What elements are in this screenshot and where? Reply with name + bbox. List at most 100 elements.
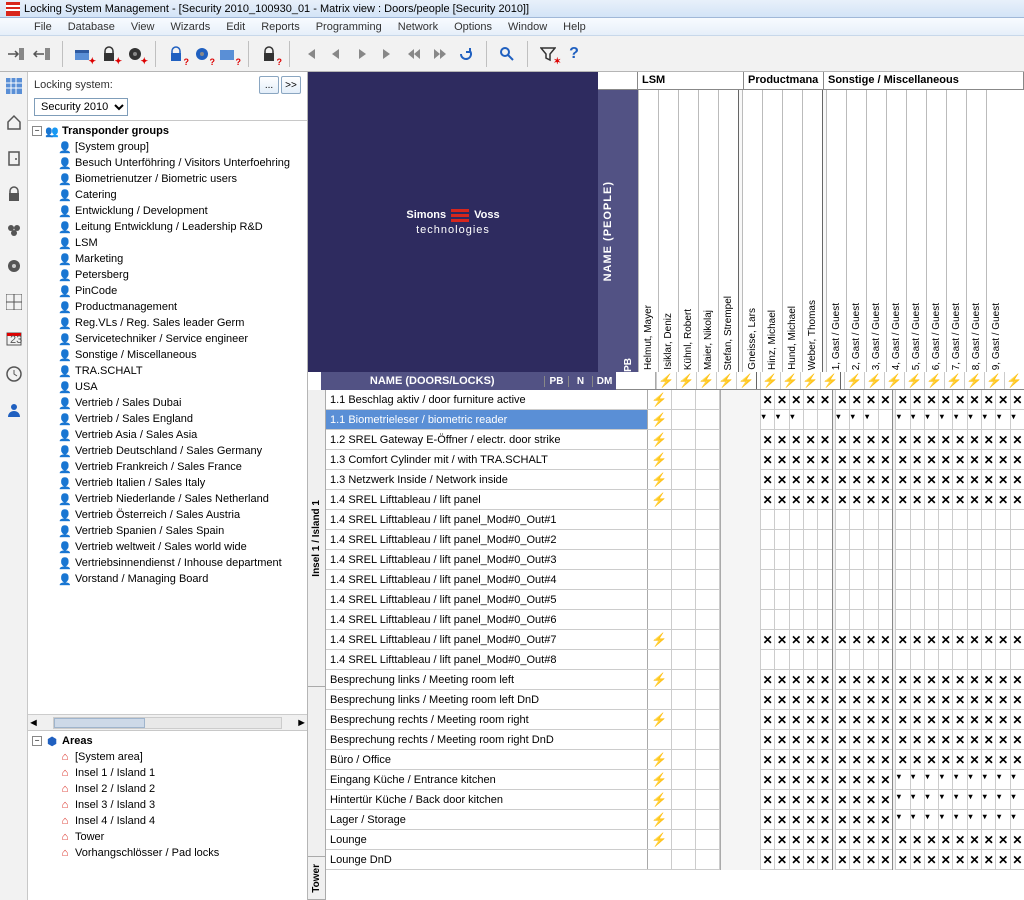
matrix-cell[interactable]: ✕ — [774, 690, 788, 710]
door-row[interactable]: Lager / Storage — [326, 810, 648, 830]
matrix-cell[interactable]: ✕ — [924, 730, 938, 750]
clock-button[interactable] — [4, 364, 24, 384]
matrix-cell[interactable] — [817, 570, 831, 590]
matrix-cell[interactable]: ✕ — [789, 630, 803, 650]
matrix-cell[interactable] — [835, 650, 849, 670]
matrix-cell[interactable]: ✕ — [863, 690, 877, 710]
tree-item[interactable]: 👤Sonstige / Miscellaneous — [32, 347, 303, 363]
matrix-cell[interactable]: ✕ — [835, 470, 849, 490]
door-row[interactable]: Lounge DnD — [326, 850, 648, 870]
matrix-cell[interactable]: ✕ — [803, 850, 817, 870]
matrix-cell[interactable]: ▾ — [835, 410, 849, 430]
matrix-cell[interactable]: ✕ — [938, 630, 952, 650]
refresh-button[interactable] — [454, 42, 478, 66]
matrix-cell[interactable] — [774, 650, 788, 670]
door-row[interactable]: 1.4 SREL Lifttableau / lift panel_Mod#0_… — [326, 530, 648, 550]
matrix-cell[interactable]: ✕ — [967, 730, 981, 750]
matrix-cell[interactable]: ✕ — [817, 730, 831, 750]
door-row[interactable]: 1.2 SREL Gateway E-Öffner / electr. door… — [326, 430, 648, 450]
matrix-cell[interactable]: ✕ — [938, 470, 952, 490]
menu-network[interactable]: Network — [390, 21, 446, 33]
matrix-cell[interactable]: ✕ — [760, 750, 774, 770]
matrix-cell[interactable] — [924, 570, 938, 590]
matrix-cell[interactable]: ✕ — [863, 670, 877, 690]
tree-item[interactable]: 👤[System group] — [32, 139, 303, 155]
matrix-cell[interactable]: ✕ — [924, 850, 938, 870]
matrix-cell[interactable]: ✕ — [952, 470, 966, 490]
matrix-cell[interactable]: ▾ — [981, 410, 995, 430]
matrix-cell[interactable] — [817, 650, 831, 670]
matrix-cell[interactable] — [981, 530, 995, 550]
matrix-cell[interactable]: ✕ — [817, 850, 831, 870]
matrix-view-button[interactable] — [4, 76, 24, 96]
new-lock-button[interactable]: ✦ — [97, 42, 121, 66]
matrix-cell[interactable]: ✕ — [995, 670, 1009, 690]
matrix-cell[interactable]: ✕ — [863, 710, 877, 730]
matrix-cell[interactable]: ✕ — [967, 490, 981, 510]
door-row[interactable]: 1.4 SREL Lifttableau / lift panel_Mod#0_… — [326, 590, 648, 610]
matrix-cell[interactable]: ✕ — [774, 430, 788, 450]
matrix-cell[interactable] — [981, 550, 995, 570]
matrix-cell[interactable]: ✕ — [878, 830, 892, 850]
matrix-cell[interactable] — [910, 650, 924, 670]
person-col[interactable]: Kühnl, Robert — [678, 90, 698, 372]
matrix-cell[interactable]: ✕ — [952, 690, 966, 710]
matrix-cell[interactable]: ✕ — [924, 470, 938, 490]
matrix-cell[interactable] — [995, 530, 1009, 550]
matrix-cell[interactable]: ✕ — [895, 490, 909, 510]
matrix-cell[interactable]: ✕ — [878, 810, 892, 830]
matrix-cell[interactable]: ✕ — [849, 770, 863, 790]
matrix-cell[interactable]: ✕ — [910, 390, 924, 410]
matrix-cell[interactable] — [774, 530, 788, 550]
matrix-cell[interactable]: ✕ — [967, 450, 981, 470]
matrix-cell[interactable]: ✕ — [878, 710, 892, 730]
matrix-cell[interactable] — [910, 610, 924, 630]
matrix-cell[interactable]: ✕ — [910, 430, 924, 450]
tree-item[interactable]: 👤Biometrienutzer / Biometric users — [32, 171, 303, 187]
matrix-cell[interactable]: ✕ — [774, 850, 788, 870]
matrix-cell[interactable] — [760, 550, 774, 570]
matrix-cell[interactable]: ✕ — [995, 750, 1009, 770]
matrix-cell[interactable]: ✕ — [995, 490, 1009, 510]
matrix-cell[interactable] — [803, 510, 817, 530]
matrix-cell[interactable] — [967, 510, 981, 530]
matrix-cell[interactable]: ✕ — [863, 430, 877, 450]
matrix-cell[interactable]: ✕ — [803, 390, 817, 410]
matrix-cell[interactable]: ✕ — [878, 450, 892, 470]
matrix-cell[interactable]: ✕ — [952, 430, 966, 450]
matrix-cell[interactable] — [967, 590, 981, 610]
matrix-cell[interactable]: ✕ — [895, 430, 909, 450]
matrix-cell[interactable]: ✕ — [849, 670, 863, 690]
matrix-cell[interactable]: ✕ — [817, 390, 831, 410]
matrix-cell[interactable]: ✕ — [863, 630, 877, 650]
matrix-cell[interactable] — [1010, 570, 1024, 590]
tree-item[interactable]: 👤LSM — [32, 235, 303, 251]
matrix-cell[interactable]: ✕ — [910, 830, 924, 850]
matrix-cell[interactable]: ✕ — [849, 830, 863, 850]
matrix-cell[interactable]: ✕ — [981, 430, 995, 450]
person-col[interactable]: 4, Gast / Guest — [886, 90, 906, 372]
matrix-cell[interactable]: ✕ — [995, 710, 1009, 730]
matrix-cell[interactable]: ▾ — [938, 770, 952, 790]
matrix-cell[interactable]: ▾ — [952, 810, 966, 830]
matrix-cell[interactable] — [1010, 550, 1024, 570]
matrix-cell[interactable]: ▾ — [849, 410, 863, 430]
matrix-cell[interactable]: ✕ — [817, 430, 831, 450]
matrix-cell[interactable]: ✕ — [789, 490, 803, 510]
matrix-cell[interactable] — [952, 530, 966, 550]
matrix-cell[interactable]: ✕ — [910, 730, 924, 750]
matrix-cell[interactable]: ✕ — [849, 630, 863, 650]
tree-item[interactable]: 👤Vertrieb Niederlande / Sales Netherland — [32, 491, 303, 507]
matrix-cell[interactable]: ▾ — [895, 790, 909, 810]
matrix-cell[interactable] — [774, 590, 788, 610]
matrix-cell[interactable] — [849, 550, 863, 570]
matrix-cell[interactable] — [774, 610, 788, 630]
matrix-cell[interactable]: ▾ — [910, 810, 924, 830]
matrix-cell[interactable] — [895, 570, 909, 590]
matrix-cell[interactable] — [849, 650, 863, 670]
person-col[interactable]: Gneisse, Lars — [742, 90, 762, 372]
matrix-cell[interactable]: ✕ — [924, 430, 938, 450]
matrix-cell[interactable]: ✕ — [774, 670, 788, 690]
matrix-cell[interactable] — [878, 570, 892, 590]
matrix-cell[interactable]: ✕ — [995, 830, 1009, 850]
